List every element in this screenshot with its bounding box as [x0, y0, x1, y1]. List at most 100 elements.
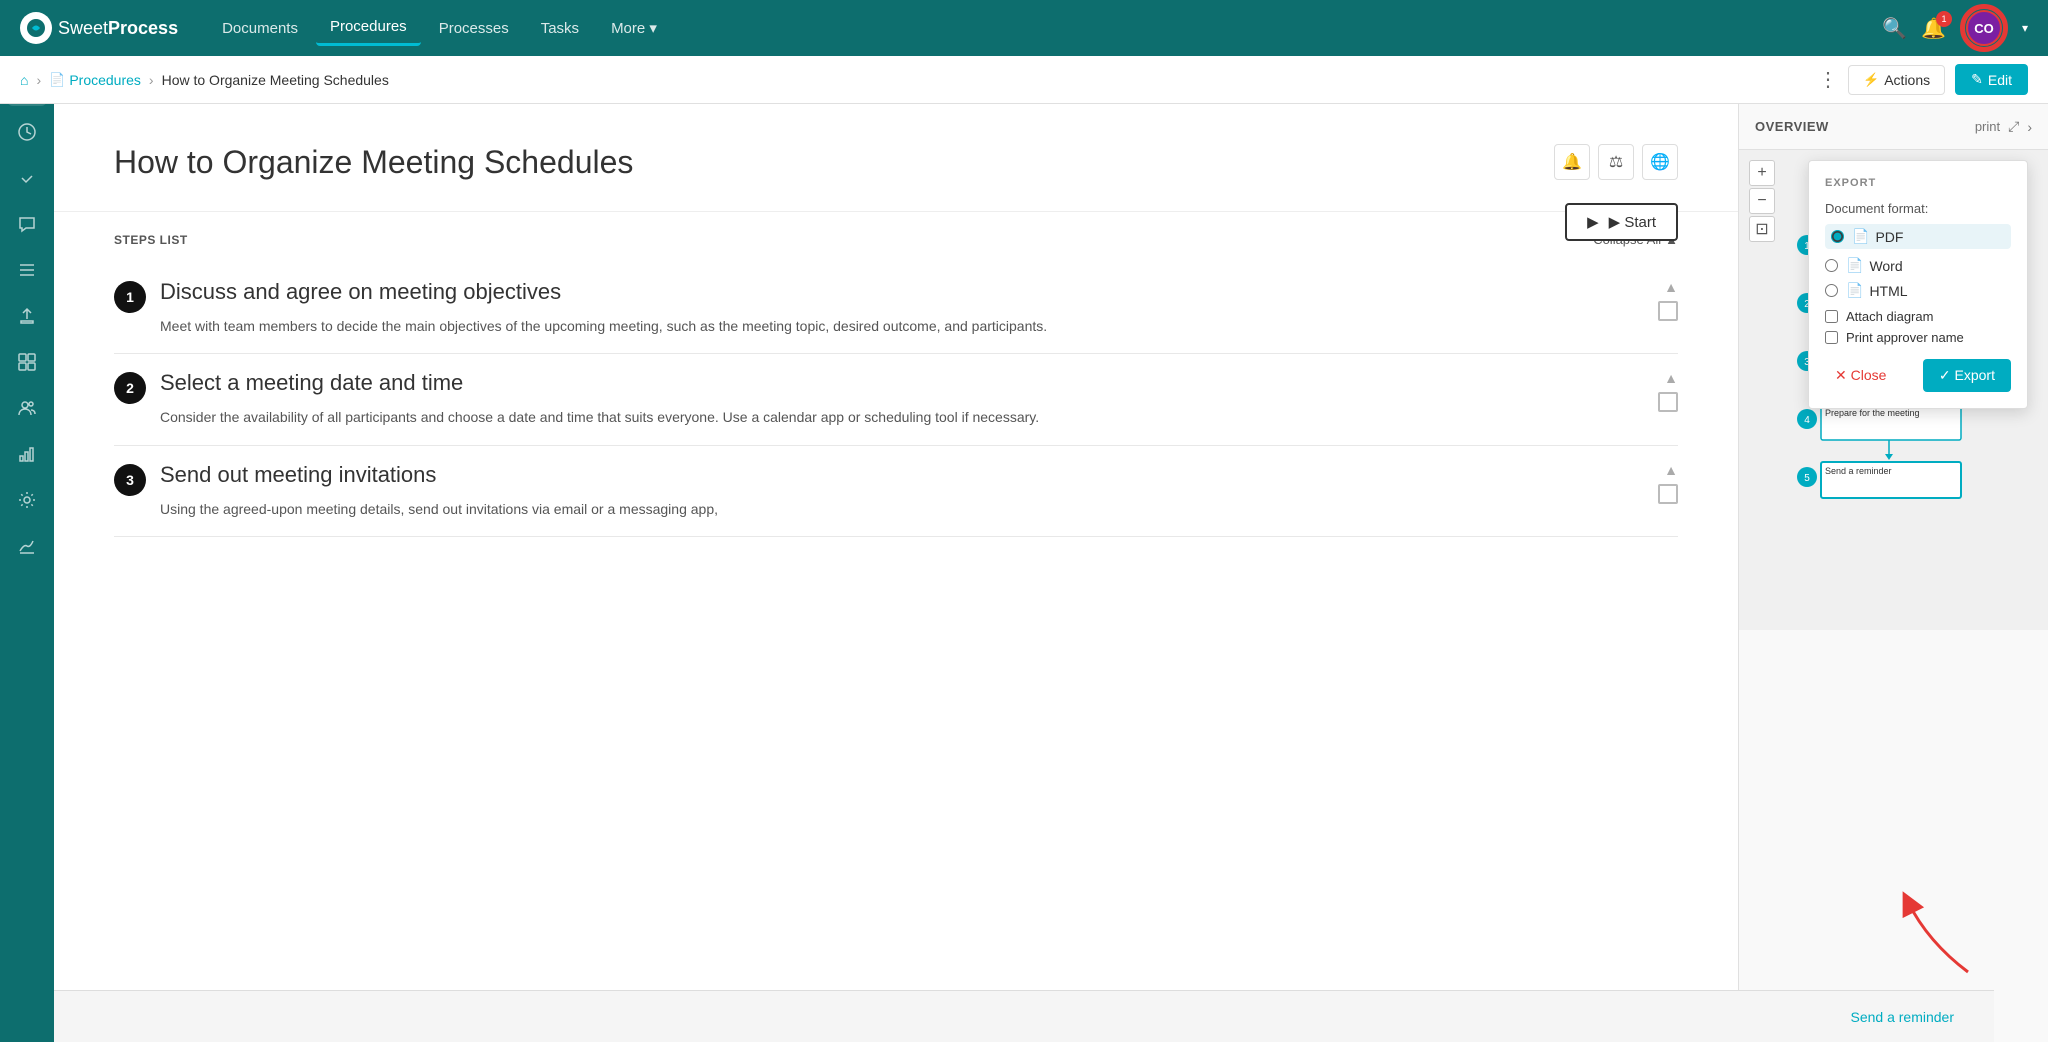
sidebar-item-history[interactable]	[7, 112, 47, 152]
export-label-html[interactable]: 📄 HTML	[1846, 282, 1908, 299]
content-area: How to Organize Meeting Schedules 🔔 ⚖ 🌐 …	[54, 104, 1738, 1042]
sidebar-item-approvals[interactable]	[7, 158, 47, 198]
export-panel-title: EXPORT	[1825, 177, 2011, 189]
top-navigation: SweetProcess Documents Procedures Proces…	[0, 0, 2048, 56]
sidebar	[0, 56, 54, 1042]
zoom-fit-button[interactable]: ⊡	[1749, 216, 1775, 242]
step-title-3: Send out meeting invitations	[160, 462, 1644, 488]
export-option-html[interactable]: 📄 HTML	[1825, 282, 2011, 299]
user-avatar[interactable]: CO	[1966, 10, 2002, 46]
step-actions-3: ▲	[1658, 462, 1678, 504]
send-reminder-button[interactable]: Send a reminder	[1850, 1009, 1954, 1025]
edit-icon: ✎	[1971, 71, 1983, 88]
step-desc-2: Consider the availability of all partici…	[160, 406, 1644, 428]
logo-icon	[20, 12, 52, 44]
document-title: How to Organize Meeting Schedules	[114, 144, 1678, 181]
step-content-1: Discuss and agree on meeting objectives …	[160, 279, 1644, 337]
export-submit-button[interactable]: ✓ Export	[1923, 359, 2011, 392]
svg-text:4: 4	[1804, 415, 1810, 426]
step-collapse-2[interactable]: ▲	[1664, 370, 1678, 386]
word-icon: 📄	[1846, 257, 1863, 274]
step-collapse-3[interactable]: ▲	[1664, 462, 1678, 478]
step-checkbox-1[interactable]	[1658, 301, 1678, 321]
print-approver-label[interactable]: Print approver name	[1846, 330, 1964, 345]
adjust-icon[interactable]: ⚖	[1598, 144, 1634, 180]
document-header: How to Organize Meeting Schedules 🔔 ⚖ 🌐 …	[54, 104, 1738, 212]
html-icon: 📄	[1846, 282, 1863, 299]
step-number-2: 2	[114, 372, 146, 404]
export-label-word[interactable]: 📄 Word	[1846, 257, 1903, 274]
export-radio-pdf[interactable]	[1831, 230, 1844, 243]
user-menu-chevron[interactable]: ▾	[2022, 21, 2028, 35]
overview-header: OVERVIEW print ⤢ ›	[1739, 104, 2048, 150]
logo-text: SweetProcess	[58, 18, 178, 39]
pdf-icon: 📄	[1852, 228, 1869, 245]
next-icon[interactable]: ›	[2027, 119, 2032, 135]
step-content-2: Select a meeting date and time Consider …	[160, 370, 1644, 428]
sidebar-item-settings[interactable]	[7, 480, 47, 520]
step-title-2: Select a meeting date and time	[160, 370, 1644, 396]
export-option-pdf[interactable]: 📄 PDF	[1825, 224, 2011, 249]
step-checkbox-2[interactable]	[1658, 392, 1678, 412]
search-button[interactable]: 🔍	[1882, 16, 1907, 41]
edit-button[interactable]: ✎ Edit	[1955, 64, 2028, 95]
sidebar-item-users[interactable]	[7, 388, 47, 428]
step-number-1: 1	[114, 281, 146, 313]
overview-title: OVERVIEW	[1755, 119, 1829, 134]
notification-doc-icon[interactable]: 🔔	[1554, 144, 1590, 180]
actions-button[interactable]: ⚡ Actions	[1848, 65, 1945, 95]
zoom-controls: + − ⊡	[1749, 160, 1775, 242]
home-link[interactable]: ⌂	[20, 72, 28, 88]
step-collapse-1[interactable]: ▲	[1664, 279, 1678, 295]
nav-more[interactable]: More ▾	[597, 11, 671, 45]
print-approver-row[interactable]: Print approver name	[1825, 330, 2011, 345]
start-button[interactable]: ▶ ▶ Start	[1565, 203, 1678, 241]
attach-diagram-checkbox[interactable]	[1825, 310, 1838, 323]
print-button[interactable]: print	[1975, 119, 2000, 134]
logo[interactable]: SweetProcess	[20, 12, 178, 44]
zoom-in-button[interactable]: +	[1749, 160, 1775, 186]
step-title-1: Discuss and agree on meeting objectives	[160, 279, 1644, 305]
nav-links: Documents Procedures Processes Tasks Mor…	[208, 10, 1882, 46]
sidebar-item-list[interactable]	[7, 250, 47, 290]
step-actions-2: ▲	[1658, 370, 1678, 412]
export-label-pdf[interactable]: 📄 PDF	[1852, 228, 1903, 245]
nav-tasks[interactable]: Tasks	[527, 12, 593, 45]
expand-icon[interactable]: ⤢	[2008, 118, 2019, 135]
export-close-button[interactable]: ✕ Close	[1825, 361, 1896, 390]
nav-procedures[interactable]: Procedures	[316, 10, 421, 46]
step-item: 1 Discuss and agree on meeting objective…	[114, 263, 1678, 354]
sidebar-item-analytics[interactable]	[7, 434, 47, 474]
nav-processes[interactable]: Processes	[425, 12, 523, 45]
print-approver-checkbox[interactable]	[1825, 331, 1838, 344]
export-panel: EXPORT Document format: 📄 PDF 📄 Word 📄 H…	[1808, 160, 2028, 409]
step-desc-1: Meet with team members to decide the mai…	[160, 315, 1644, 337]
nav-right-controls: 🔍 🔔 1 CO ▾	[1882, 4, 2028, 52]
nav-documents[interactable]: Documents	[208, 12, 312, 45]
more-options-button[interactable]: ⋮	[1818, 67, 1838, 92]
export-option-word[interactable]: 📄 Word	[1825, 257, 2011, 274]
play-icon: ▶	[1587, 213, 1599, 231]
attach-diagram-row[interactable]: Attach diagram	[1825, 309, 2011, 324]
attach-diagram-label[interactable]: Attach diagram	[1846, 309, 1933, 324]
zoom-out-button[interactable]: −	[1749, 188, 1775, 214]
steps-list-label: STEPS LIST	[114, 233, 188, 247]
breadcrumb-bar: ⌂ › 📄 Procedures › How to Organize Meeti…	[0, 56, 2048, 104]
step-item: 2 Select a meeting date and time Conside…	[114, 354, 1678, 445]
sidebar-item-upload[interactable]	[7, 296, 47, 336]
sidebar-item-comments[interactable]	[7, 204, 47, 244]
main-content: How to Organize Meeting Schedules 🔔 ⚖ 🌐 …	[54, 104, 2048, 1042]
notification-button[interactable]: 🔔 1	[1921, 16, 1946, 41]
breadcrumb-sep-1: ›	[36, 72, 41, 88]
sidebar-item-widgets[interactable]	[7, 342, 47, 382]
step-actions-1: ▲	[1658, 279, 1678, 321]
procedures-link[interactable]: 📄 Procedures	[49, 72, 141, 88]
sidebar-item-signature[interactable]	[7, 526, 47, 566]
notification-badge: 1	[1936, 11, 1952, 27]
send-reminder-bar: Send a reminder	[54, 990, 1994, 1042]
step-checkbox-3[interactable]	[1658, 484, 1678, 504]
export-radio-word[interactable]	[1825, 259, 1838, 272]
globe-icon[interactable]: 🌐	[1642, 144, 1678, 180]
export-radio-html[interactable]	[1825, 284, 1838, 297]
step-content-3: Send out meeting invitations Using the a…	[160, 462, 1644, 520]
